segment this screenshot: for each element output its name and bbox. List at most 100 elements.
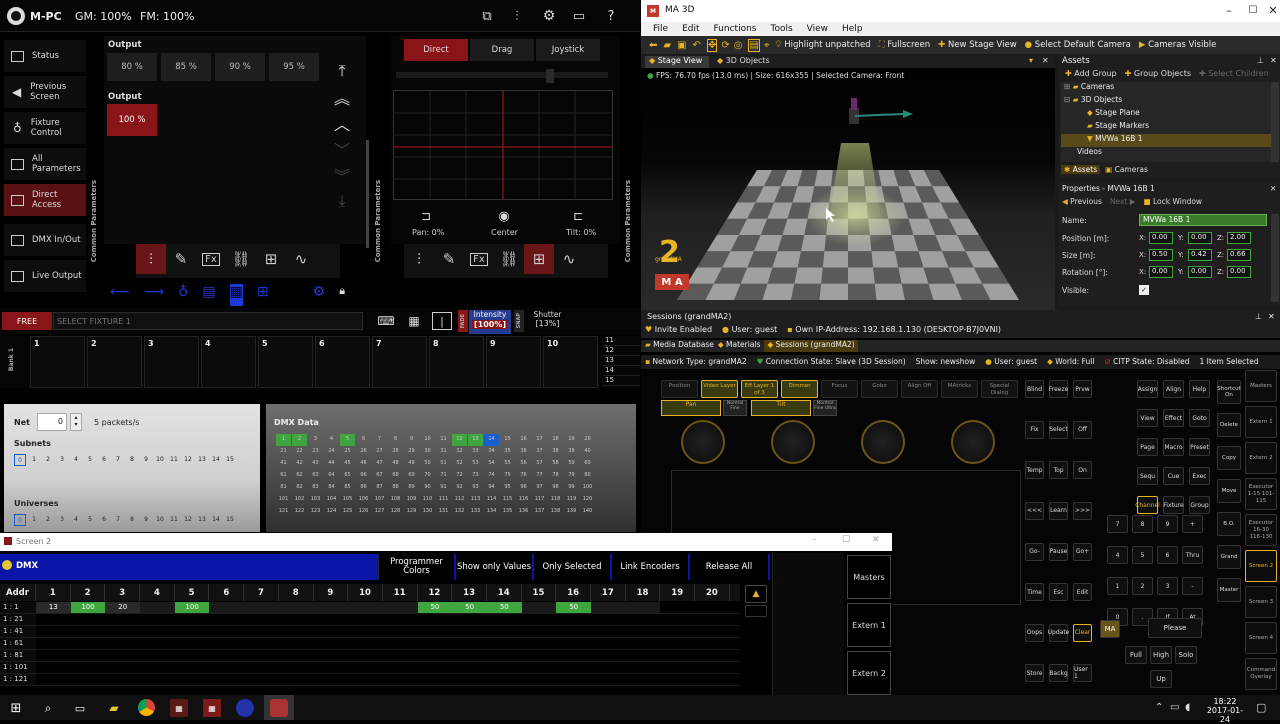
subnet-number[interactable]: 10 [154,514,166,526]
dmx-cell[interactable] [452,662,487,673]
tree-item-stage-plane[interactable]: ◆ Stage Plane [1061,108,1271,121]
snap-toggle[interactable]: SNAP [514,310,524,332]
dmx-cell[interactable] [36,638,71,649]
subnet-number[interactable]: 3 [56,454,68,466]
tab-media-database[interactable]: ▰ Media Database [645,340,714,352]
tab-3d-objects[interactable]: ◆ 3D Objects [713,56,777,68]
view-button-screen-4[interactable]: Screen 4 [1245,622,1277,654]
menu-help[interactable]: Help [842,24,863,36]
subnet-number[interactable]: 13 [196,454,208,466]
dmx-cell[interactable] [452,614,487,625]
maximize-icon[interactable]: ☐ [842,535,850,545]
center-icon[interactable]: ◉ [494,208,514,224]
bank-side-number[interactable]: 15 [603,376,640,386]
pan-slider-handle[interactable] [546,69,554,83]
volume-tray-icon[interactable]: ◖ [1185,702,1190,713]
sessions-close-icon[interactable]: ✕ [1268,312,1275,321]
side-button-status[interactable]: Status [4,40,86,72]
previous-button[interactable]: ◀ Previous [1062,197,1102,206]
snap-icon[interactable]: ⌖ [764,40,770,51]
select-default-camera-button[interactable]: ● Select Default Camera [1025,40,1131,50]
key-sequ[interactable]: Sequ [1137,467,1158,485]
dmx-cell[interactable] [105,662,140,673]
dmx-cell[interactable] [140,674,175,685]
dmx-cell[interactable] [591,638,626,649]
curve-tool-icon[interactable]: ∿ [286,244,316,274]
extern2-button[interactable]: Extern 2 [847,651,891,695]
invite-enabled[interactable]: ♥ Invite Enabled [645,325,712,334]
subnet-number[interactable]: 7 [112,514,124,526]
release-all-button[interactable]: Release All [690,554,768,580]
dmx-cell[interactable] [383,614,418,625]
mpc-app-icon[interactable]: ▦ [170,699,188,717]
subnet-number[interactable]: 4 [70,514,82,526]
bank-side-number[interactable]: 13 [603,356,640,366]
key-channel[interactable]: Channel [1135,496,1160,514]
key-assign[interactable]: Assign [1137,380,1158,398]
bank-cell[interactable]: 6 [315,336,370,388]
subnet-number[interactable]: 9 [140,514,152,526]
bulb-icon[interactable]: ♁ [178,284,188,306]
dmx-cell[interactable] [556,662,591,673]
dmx-cell[interactable] [314,674,349,685]
dmx-cell[interactable] [36,614,71,625]
key-user-1[interactable]: User 1 [1073,664,1092,683]
dmx-cell[interactable] [209,626,244,637]
subnet-number[interactable]: 9 [140,454,152,466]
dmx-cell[interactable] [660,674,695,685]
subnet-number[interactable]: 2 [42,514,54,526]
key-7[interactable]: 7 [1107,515,1128,533]
subnet-number[interactable]: 12 [182,454,194,466]
dmx-cell[interactable] [418,662,453,673]
tree-item-mvwa[interactable]: ▼ MVWa 16B 1 [1061,134,1271,147]
key-8[interactable]: 8 [1132,515,1153,533]
search-icon[interactable]: ⌕ [40,700,56,716]
dmx-cell[interactable] [140,614,175,625]
subnet-number[interactable]: 7 [112,454,124,466]
dmx-cell[interactable]: 13 [36,602,71,613]
tilt-icon[interactable]: ⊏ [568,208,588,224]
key-time[interactable]: Time [1025,583,1044,602]
dmx-cell[interactable] [522,626,557,637]
dmx-cell[interactable] [244,662,279,673]
menu-edit[interactable]: Edit [682,24,699,36]
save-icon[interactable]: ▣ [677,40,686,51]
dmx-cell[interactable] [71,674,106,685]
tab-close-icon[interactable]: ✕ [1042,56,1049,65]
file-explorer-icon[interactable]: ▰ [106,700,122,716]
key-go-[interactable]: Go- [1025,542,1044,561]
dmx-cell[interactable] [660,638,695,649]
bank-side-number[interactable]: 14 [603,366,640,376]
curve-tool-icon[interactable]: ∿ [554,244,584,274]
dmx-cell[interactable] [695,614,730,625]
subnet-number[interactable]: 1 [28,454,40,466]
dmx-cell[interactable] [591,626,626,637]
net-input[interactable]: 0 [37,413,67,431]
dmx-cell[interactable] [556,638,591,649]
pan-icon[interactable]: ⊐ [416,208,436,224]
only-selected-button[interactable]: Only Selected [534,554,610,580]
stage-view-viewport[interactable]: ● FPS: 76.70 fps (13.0 ms) | Size: 616x3… [641,68,1055,310]
dmx-cell[interactable]: 20 [105,602,141,613]
key-6[interactable]: 6 [1157,546,1178,564]
key-oops[interactable]: Oops [1025,623,1044,642]
dmx-cell[interactable] [105,614,140,625]
dmx-cell[interactable] [556,626,591,637]
lock-window-button[interactable]: ■ Lock Window [1144,197,1203,206]
link-tool-icon[interactable]: ⛓ [226,244,256,274]
dmx-cell[interactable] [279,674,314,685]
dmx-cell[interactable] [36,650,71,661]
group-objects-button[interactable]: ✚ Group Objects [1125,69,1191,81]
encoder-knob-2[interactable] [771,420,815,464]
encoder-label-button[interactable]: Dimmer [781,380,818,398]
output-preset-95[interactable]: 95 % [269,53,319,81]
windows-icon[interactable]: ⧉ [478,7,496,25]
dmx-cell[interactable] [209,614,244,625]
side-button-all-parameters[interactable]: All Parameters [4,148,86,180]
subnet-number[interactable]: 8 [126,514,138,526]
rotation-x-field[interactable]: 0.00 [1149,266,1173,278]
key--[interactable]: <<< [1025,501,1044,520]
dmx-cell[interactable] [695,650,730,661]
dmx-cell[interactable] [660,614,695,625]
free-button[interactable]: FREE [2,312,52,330]
